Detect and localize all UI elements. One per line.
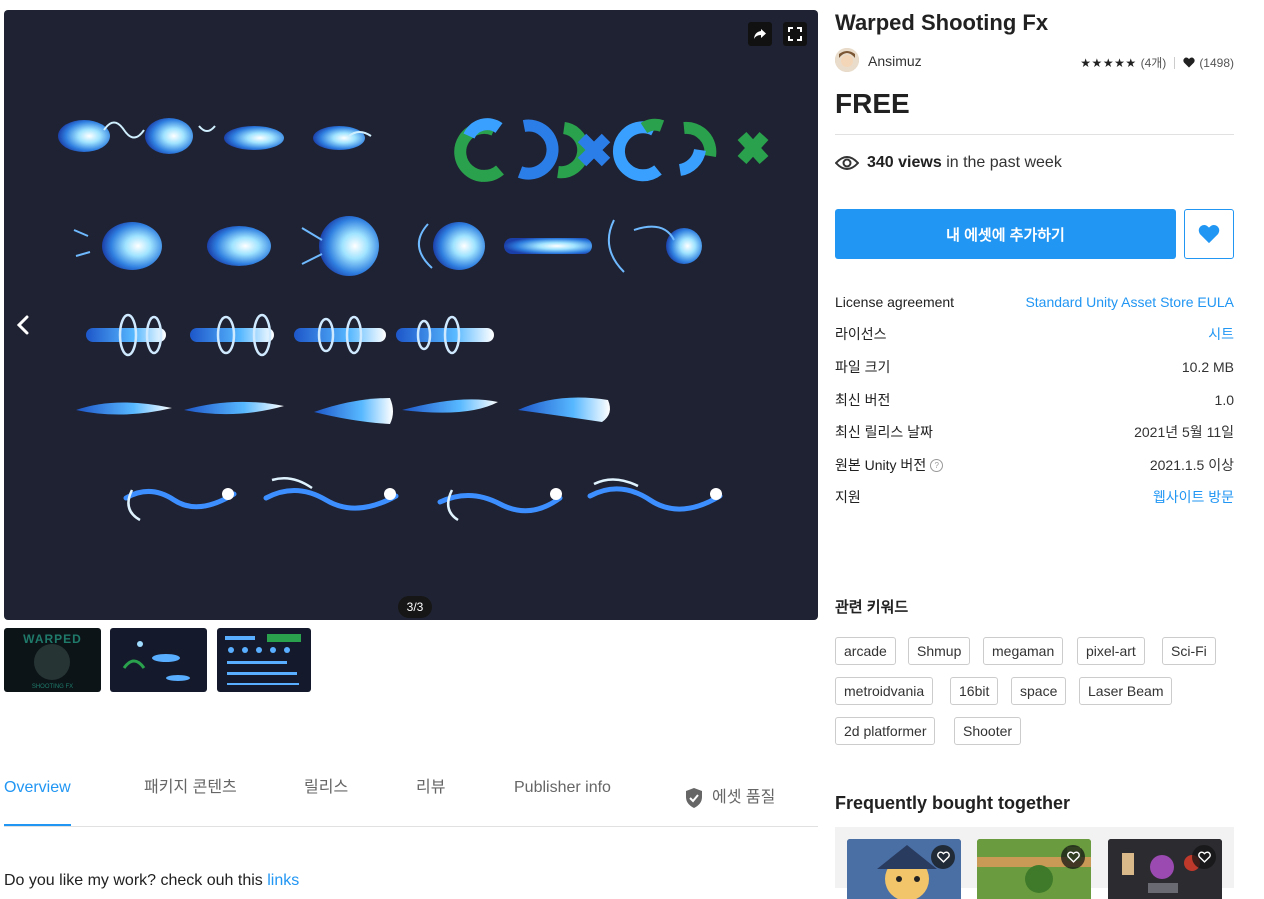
tab-releases[interactable]: 릴리스 bbox=[304, 778, 348, 818]
info-row-release-date: 최신 릴리스 날짜 2021년 5월 11일 bbox=[835, 421, 1234, 443]
publisher-link[interactable]: Ansimuz bbox=[868, 53, 922, 69]
heart-outline-icon bbox=[1197, 851, 1211, 863]
tab-reviews[interactable]: 리뷰 bbox=[416, 778, 445, 818]
keyword-tag[interactable]: Sci-Fi bbox=[1162, 637, 1216, 665]
image-counter: 3/3 bbox=[398, 596, 432, 618]
info-row-file-size: 파일 크기 10.2 MB bbox=[835, 356, 1234, 378]
keyword-tag[interactable]: pixel-art bbox=[1077, 637, 1145, 665]
eye-icon bbox=[835, 156, 859, 170]
tab-bar: Overview 패키지 콘텐츠 릴리스 리뷰 Publisher info 에… bbox=[4, 770, 818, 827]
thumbnail-1[interactable]: WARPED SHOOTING FX bbox=[4, 628, 101, 692]
keyword-tag[interactable]: space bbox=[1011, 677, 1067, 705]
info-value: 10.2 MB bbox=[1181, 359, 1234, 375]
rating-block: ★★★★★ (4개) (1498) bbox=[1080, 54, 1234, 71]
previous-image-button[interactable] bbox=[8, 308, 38, 342]
info-value: 1.0 bbox=[1214, 392, 1234, 408]
views-count: 340 views bbox=[867, 154, 942, 171]
favorite-button[interactable] bbox=[1184, 209, 1234, 259]
keyword-tag[interactable]: metroidvania bbox=[835, 677, 934, 705]
info-row-unity-version: 원본 Unity 버전 ? 2021.1.5 이상 bbox=[835, 454, 1234, 476]
license-agreement-link[interactable]: Standard Unity Asset Store EULA bbox=[1025, 294, 1234, 310]
add-to-my-assets-button[interactable]: 내 에셋에 추가하기 bbox=[835, 209, 1176, 259]
description-text: Do you like my work? check ouh this link… bbox=[4, 872, 300, 889]
chevron-left-icon bbox=[16, 315, 29, 335]
play-overlay bbox=[34, 644, 70, 680]
fbt-title: Frequently bought together bbox=[835, 793, 1070, 813]
preview-image bbox=[58, 118, 769, 522]
views-suffix: in the past week bbox=[946, 154, 1062, 171]
divider bbox=[835, 134, 1234, 135]
keyword-tag[interactable]: Shooter bbox=[954, 717, 1022, 745]
fbt-card[interactable] bbox=[977, 839, 1091, 899]
share-icon bbox=[754, 29, 766, 39]
avatar-image bbox=[835, 48, 859, 72]
favorite-count: (1498) bbox=[1199, 55, 1234, 70]
rating-count[interactable]: (4개) bbox=[1141, 54, 1167, 71]
info-label: 최신 릴리스 날짜 bbox=[835, 424, 933, 440]
fbt-favorite-button[interactable] bbox=[1192, 845, 1216, 869]
help-icon[interactable]: ? bbox=[930, 458, 944, 472]
fbt-card[interactable] bbox=[847, 839, 961, 899]
views-stat: 340 views in the past week bbox=[835, 154, 1062, 172]
info-label: 원본 Unity 버전 ? bbox=[835, 455, 944, 475]
fbt-card[interactable] bbox=[1108, 839, 1222, 899]
info-label: 파일 크기 bbox=[835, 359, 891, 375]
rating-stars: ★★★★★ bbox=[1080, 55, 1137, 70]
keyword-tag[interactable]: Laser Beam bbox=[1079, 677, 1173, 705]
info-label: 라이선스 bbox=[835, 326, 887, 342]
info-label: 최신 버전 bbox=[835, 392, 891, 408]
info-row-license-agreement: License agreement Standard Unity Asset S… bbox=[835, 291, 1234, 313]
price: FREE bbox=[835, 88, 910, 119]
fullscreen-icon bbox=[788, 27, 802, 41]
info-value: 2021년 5월 11일 bbox=[1134, 424, 1234, 440]
thumbnail-3[interactable] bbox=[217, 628, 311, 692]
keyword-tag[interactable]: arcade bbox=[835, 637, 896, 665]
thumbnail-3-image bbox=[225, 634, 301, 685]
fbt-favorite-button[interactable] bbox=[931, 845, 955, 869]
heart-icon bbox=[1183, 57, 1195, 68]
avatar[interactable] bbox=[835, 48, 859, 72]
fullscreen-button[interactable] bbox=[783, 22, 807, 46]
info-label: License agreement bbox=[835, 294, 955, 310]
media-viewer[interactable]: 3/3 bbox=[4, 10, 818, 620]
keyword-tag[interactable]: megaman bbox=[983, 637, 1064, 665]
tab-publisher-info[interactable]: Publisher info bbox=[514, 778, 611, 818]
info-label: 지원 bbox=[835, 489, 861, 505]
tab-overview[interactable]: Overview bbox=[4, 778, 71, 826]
info-row-support: 지원 웹사이트 방문 bbox=[835, 486, 1234, 508]
thumbnail-2[interactable] bbox=[110, 628, 207, 692]
asset-title: Warped Shooting Fx bbox=[835, 10, 1049, 35]
info-row-license: 라이선스 시트 bbox=[835, 323, 1234, 345]
divider bbox=[1174, 56, 1176, 69]
thumbnail-2-image bbox=[122, 641, 190, 681]
license-link[interactable]: 시트 bbox=[1208, 324, 1234, 344]
keyword-tag[interactable]: Shmup bbox=[908, 637, 971, 665]
share-button[interactable] bbox=[748, 22, 772, 46]
fbt-favorite-button[interactable] bbox=[1061, 845, 1085, 869]
keyword-tag[interactable]: 2d platformer bbox=[835, 717, 936, 745]
heart-icon bbox=[1198, 225, 1220, 244]
heart-outline-icon bbox=[936, 851, 950, 863]
keyword-tag[interactable]: 16bit bbox=[950, 677, 999, 705]
visit-website-link[interactable]: 웹사이트 방문 bbox=[1153, 487, 1234, 507]
tab-asset-quality[interactable]: 에셋 품질 bbox=[684, 778, 775, 818]
tab-package-contents[interactable]: 패키지 콘텐츠 bbox=[144, 778, 237, 818]
info-value: 2021.1.5 이상 bbox=[1149, 457, 1234, 473]
tab-asset-quality-label: 에셋 품질 bbox=[712, 789, 776, 806]
info-row-latest-version: 최신 버전 1.0 bbox=[835, 389, 1234, 411]
heart-outline-icon bbox=[1066, 851, 1080, 863]
links-link[interactable]: links bbox=[267, 872, 299, 889]
thumbnail-caption: SHOOTING FX bbox=[31, 684, 74, 690]
fbt-carousel bbox=[835, 827, 1234, 899]
shield-check-icon bbox=[686, 788, 702, 808]
keywords-title: 관련 키워드 bbox=[835, 599, 909, 616]
